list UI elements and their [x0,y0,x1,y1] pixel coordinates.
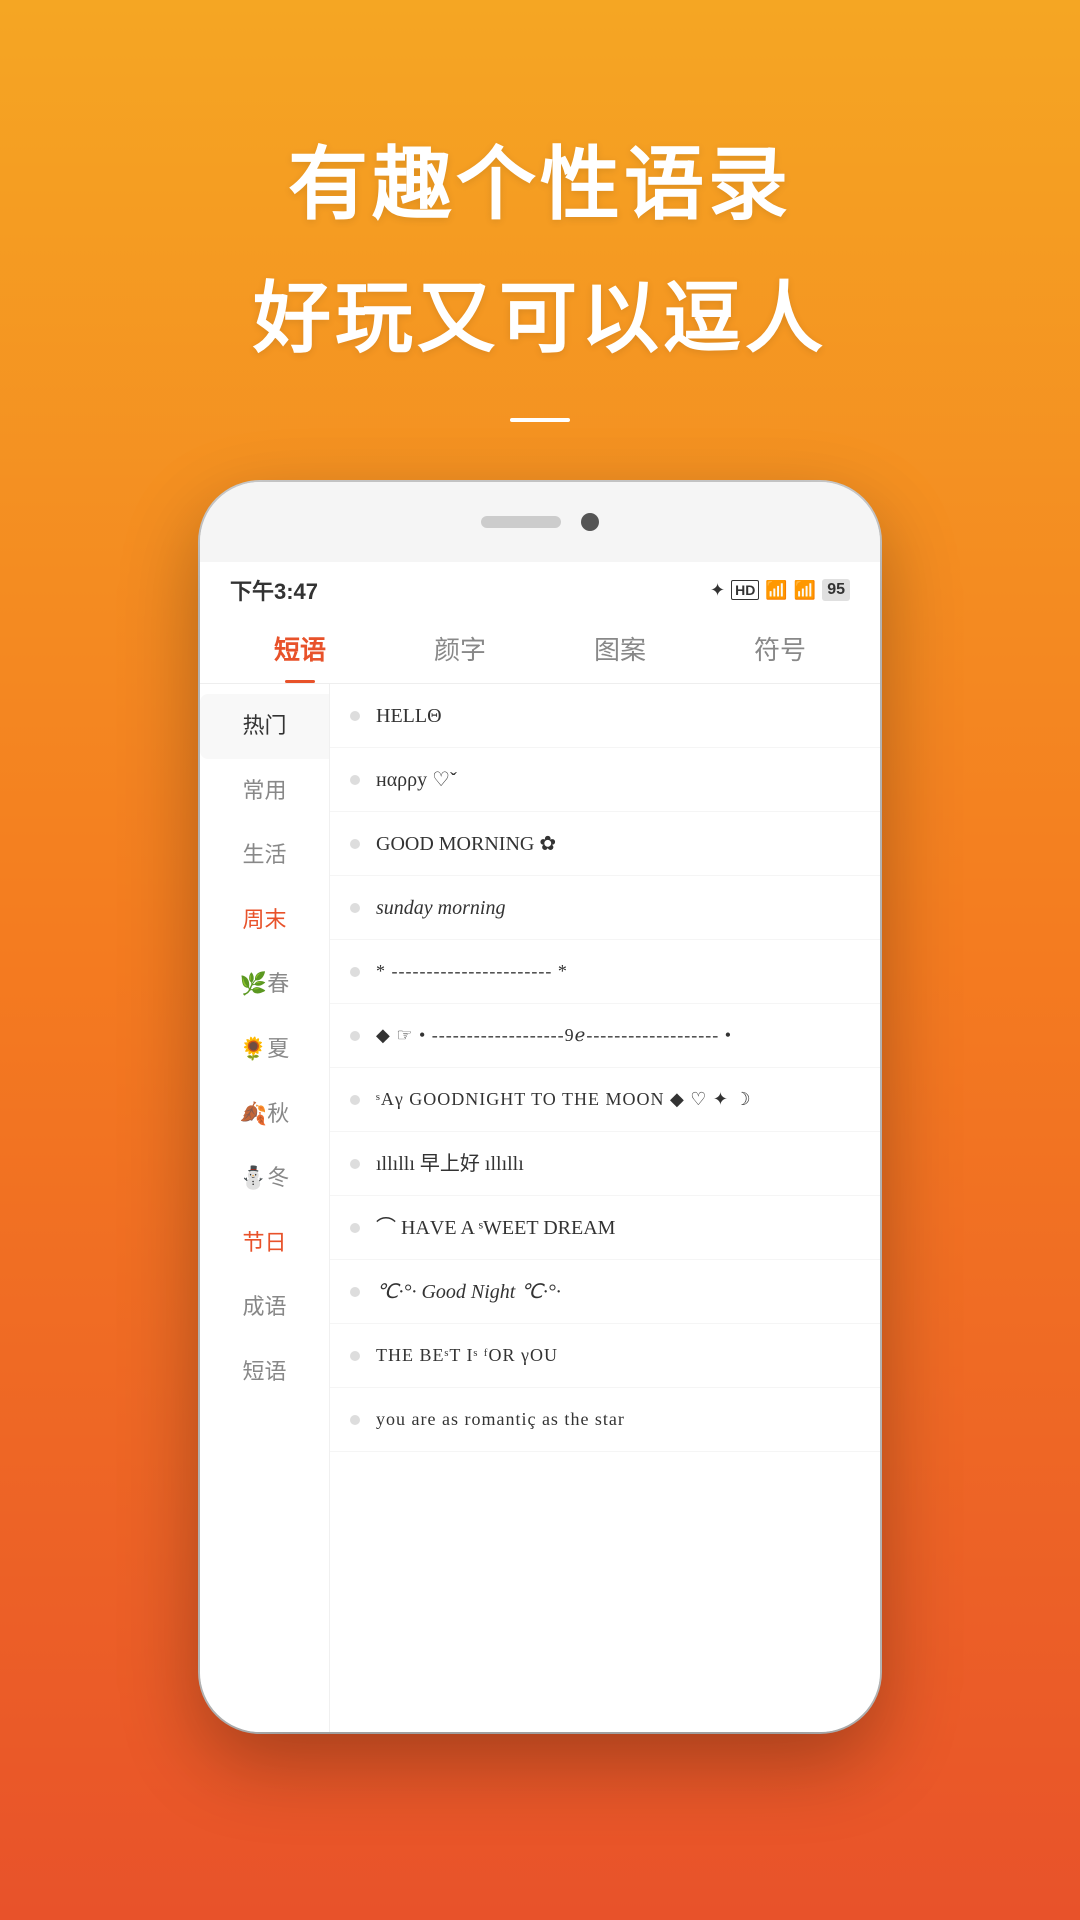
sidebar: 热门 常用 生活 周末 🌿春 🌻夏 🍂秋 ⛄冬 节日 成语 短语 [200,684,330,1732]
phone-container: 下午3:47 ✦ HD 📶 📶 95 短语 颜字 图案 符号 [0,482,1080,1732]
list-item[interactable]: you are as romantiç as the star [330,1388,880,1452]
status-time: 下午3:47 [230,574,318,606]
tab-图案[interactable]: 图案 [540,614,700,683]
list-item[interactable]: ⌒ HАVE A ˢWEET DREAM [330,1196,880,1260]
list-bullet [350,839,360,849]
list-text: ⌒ HАVE A ˢWEET DREAM [376,1214,615,1242]
sidebar-item-夏[interactable]: 🌻夏 [200,1017,329,1082]
tab-navigation: 短语 颜字 图案 符号 [200,614,880,684]
sidebar-item-冬[interactable]: ⛄冬 [200,1146,329,1211]
list-text: you are as romantiç as the star [376,1407,625,1432]
phone-top-bar [200,482,880,562]
list-item[interactable]: * ----------------------- * [330,940,880,1004]
list-text: HELLΘ [376,702,442,730]
content-list: HELLΘ нαρρу ♡ˇ GOOD MORNING ✿ sunday mor… [330,684,880,1732]
header-section: 有趣个性语录 好玩又可以逗人 [0,0,1080,422]
list-text: GOOD MORNING ✿ [376,830,556,858]
list-bullet [350,1031,360,1041]
list-bullet [350,903,360,913]
list-item[interactable]: sunday morning [330,876,880,940]
list-item[interactable]: THE BEˢT Iˢ ᶠOR γOU [330,1324,880,1388]
list-text: * ----------------------- * [376,959,568,984]
list-item[interactable]: ıllıllı 早上好 ıllıllı [330,1132,880,1196]
tab-颜字[interactable]: 颜字 [380,614,540,683]
list-item[interactable]: ◆ ☞ • -------------------9ℯ-------------… [330,1004,880,1068]
list-item[interactable]: GOOD MORNING ✿ [330,812,880,876]
list-bullet [350,967,360,977]
hd-label: HD [731,580,759,600]
tab-短语[interactable]: 短语 [220,614,380,683]
phone-camera [581,513,599,531]
list-text: THE BEˢT Iˢ ᶠOR γOU [376,1343,558,1368]
sidebar-item-节日[interactable]: 节日 [200,1211,329,1276]
list-bullet [350,1159,360,1169]
list-item[interactable]: ℃·°· Good Night ℃·°· [330,1260,880,1324]
status-icons: ✦ HD 📶 📶 95 [710,579,850,601]
header-title-1: 有趣个性语录 [0,120,1080,236]
sidebar-item-热门[interactable]: 热门 [200,694,329,759]
list-bullet [350,1415,360,1425]
header-divider [510,418,570,422]
phone-mockup: 下午3:47 ✦ HD 📶 📶 95 短语 颜字 图案 符号 [200,482,880,1732]
list-text: ıllıllı 早上好 ıllıllı [376,1150,524,1178]
list-bullet [350,1351,360,1361]
battery-icon: 95 [822,579,850,601]
list-item[interactable]: нαρρу ♡ˇ [330,748,880,812]
sidebar-item-成语[interactable]: 成语 [200,1275,329,1340]
wifi-icon: 📶 [794,580,816,601]
signal-icon: ✦ [710,580,725,601]
list-bullet [350,711,360,721]
signal-bars: 📶 [765,580,787,601]
tab-符号[interactable]: 符号 [700,614,860,683]
sidebar-item-生活[interactable]: 生活 [200,823,329,888]
header-title-2: 好玩又可以逗人 [0,256,1080,368]
sidebar-item-春[interactable]: 🌿春 [200,952,329,1017]
status-bar: 下午3:47 ✦ HD 📶 📶 95 [200,562,880,614]
content-area: 热门 常用 生活 周末 🌿春 🌻夏 🍂秋 ⛄冬 节日 成语 短语 [200,684,880,1732]
list-bullet [350,775,360,785]
list-item[interactable]: ˢAγ GOODNIGHT TO THE MOON ◆ ♡ ✦ ☽ [330,1068,880,1132]
list-bullet [350,1095,360,1105]
list-item[interactable]: HELLΘ [330,684,880,748]
list-bullet [350,1287,360,1297]
phone-screen: 下午3:47 ✦ HD 📶 📶 95 短语 颜字 图案 符号 [200,562,880,1732]
list-text: ˢAγ GOODNIGHT TO THE MOON ◆ ♡ ✦ ☽ [376,1087,752,1112]
list-text: sunday morning [376,894,505,922]
sidebar-item-秋[interactable]: 🍂秋 [200,1082,329,1147]
list-text: ℃·°· Good Night ℃·°· [376,1278,561,1306]
list-text: нαρρу ♡ˇ [376,766,457,794]
sidebar-item-周末[interactable]: 周末 [200,888,329,953]
sidebar-item-常用[interactable]: 常用 [200,759,329,824]
phone-speaker [481,516,561,528]
list-text: ◆ ☞ • -------------------9ℯ-------------… [376,1023,732,1048]
sidebar-item-短语[interactable]: 短语 [200,1340,329,1405]
list-bullet [350,1223,360,1233]
